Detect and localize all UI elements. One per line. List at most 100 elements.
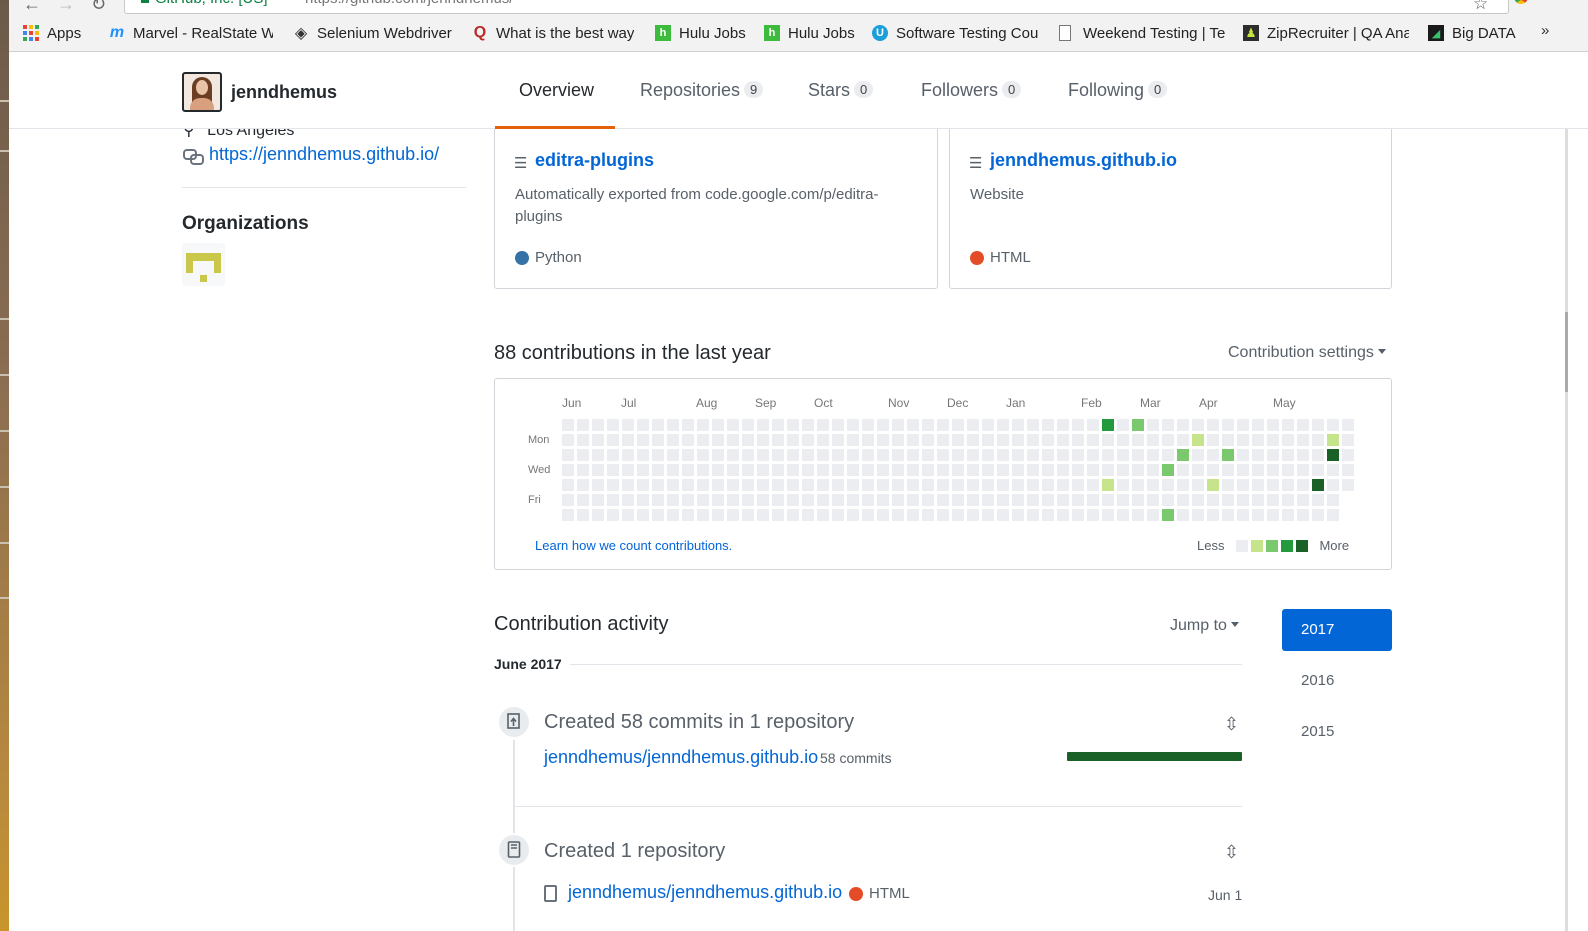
contribution-day-cell[interactable] bbox=[637, 509, 649, 521]
bookmark-quora[interactable]: Q What is the best way bbox=[472, 22, 634, 44]
contribution-day-cell[interactable] bbox=[1027, 509, 1039, 521]
contribution-day-cell[interactable] bbox=[832, 494, 844, 506]
contribution-day-cell[interactable] bbox=[832, 479, 844, 491]
contribution-day-cell[interactable] bbox=[1222, 479, 1234, 491]
contribution-day-cell[interactable] bbox=[1162, 479, 1174, 491]
contribution-day-cell[interactable] bbox=[817, 449, 829, 461]
contribution-day-cell[interactable] bbox=[1087, 449, 1099, 461]
contribution-day-cell[interactable] bbox=[922, 494, 934, 506]
contribution-day-cell[interactable] bbox=[1102, 494, 1114, 506]
bookmark-star-icon[interactable]: ☆ bbox=[1473, 0, 1488, 14]
contribution-day-cell[interactable] bbox=[862, 509, 874, 521]
contribution-day-cell[interactable] bbox=[1282, 464, 1294, 476]
contribution-day-cell[interactable] bbox=[652, 509, 664, 521]
contribution-day-cell[interactable] bbox=[787, 419, 799, 431]
contribution-day-cell[interactable] bbox=[1312, 479, 1324, 491]
contribution-day-cell[interactable] bbox=[787, 494, 799, 506]
contribution-day-cell[interactable] bbox=[1102, 464, 1114, 476]
contribution-day-cell[interactable] bbox=[937, 434, 949, 446]
contribution-day-cell[interactable] bbox=[772, 464, 784, 476]
contribution-day-cell[interactable] bbox=[1132, 494, 1144, 506]
contribution-day-cell[interactable] bbox=[742, 434, 754, 446]
contribution-day-cell[interactable] bbox=[1312, 419, 1324, 431]
contribution-day-cell[interactable] bbox=[607, 449, 619, 461]
contribution-day-cell[interactable] bbox=[1072, 449, 1084, 461]
contribution-day-cell[interactable] bbox=[997, 479, 1009, 491]
contribution-day-cell[interactable] bbox=[937, 509, 949, 521]
contribution-day-cell[interactable] bbox=[1042, 419, 1054, 431]
contribution-day-cell[interactable] bbox=[1087, 479, 1099, 491]
contribution-day-cell[interactable] bbox=[1177, 464, 1189, 476]
contribution-day-cell[interactable] bbox=[1327, 509, 1339, 521]
contribution-day-cell[interactable] bbox=[1222, 464, 1234, 476]
contribution-day-cell[interactable] bbox=[1327, 419, 1339, 431]
contribution-day-cell[interactable] bbox=[652, 464, 664, 476]
contribution-day-cell[interactable] bbox=[787, 449, 799, 461]
contribution-day-cell[interactable] bbox=[952, 434, 964, 446]
contribution-day-cell[interactable] bbox=[967, 509, 979, 521]
contribution-day-cell[interactable] bbox=[742, 494, 754, 506]
contribution-day-cell[interactable] bbox=[682, 479, 694, 491]
contribution-day-cell[interactable] bbox=[667, 464, 679, 476]
commit-count-link[interactable]: 58 commits bbox=[820, 750, 892, 766]
contribution-day-cell[interactable] bbox=[952, 419, 964, 431]
contribution-day-cell[interactable] bbox=[622, 494, 634, 506]
contribution-day-cell[interactable] bbox=[1297, 449, 1309, 461]
contribution-day-cell[interactable] bbox=[682, 434, 694, 446]
contribution-day-cell[interactable] bbox=[1267, 509, 1279, 521]
contribution-day-cell[interactable] bbox=[937, 479, 949, 491]
contribution-day-cell[interactable] bbox=[682, 464, 694, 476]
contribution-day-cell[interactable] bbox=[652, 479, 664, 491]
contribution-day-cell[interactable] bbox=[1297, 509, 1309, 521]
contribution-day-cell[interactable] bbox=[892, 509, 904, 521]
contribution-day-cell[interactable] bbox=[1237, 419, 1249, 431]
contribution-day-cell[interactable] bbox=[1282, 479, 1294, 491]
contribution-day-cell[interactable] bbox=[1237, 464, 1249, 476]
contribution-day-cell[interactable] bbox=[1252, 419, 1264, 431]
tab-overview[interactable]: Overview bbox=[495, 52, 615, 129]
contribution-day-cell[interactable] bbox=[877, 479, 889, 491]
contribution-day-cell[interactable] bbox=[1162, 509, 1174, 521]
contribution-day-cell[interactable] bbox=[577, 464, 589, 476]
contribution-day-cell[interactable] bbox=[1297, 494, 1309, 506]
contribution-day-cell[interactable] bbox=[607, 479, 619, 491]
contribution-day-cell[interactable] bbox=[787, 464, 799, 476]
contribution-day-cell[interactable] bbox=[817, 464, 829, 476]
contribution-day-cell[interactable] bbox=[757, 434, 769, 446]
contribution-day-cell[interactable] bbox=[1312, 509, 1324, 521]
contribution-day-cell[interactable] bbox=[982, 434, 994, 446]
contribution-day-cell[interactable] bbox=[652, 449, 664, 461]
contribution-day-cell[interactable] bbox=[1207, 509, 1219, 521]
contribution-day-cell[interactable] bbox=[1252, 494, 1264, 506]
year-2017-button[interactable]: 2017 bbox=[1282, 609, 1392, 651]
contribution-day-cell[interactable] bbox=[562, 479, 574, 491]
contribution-day-cell[interactable] bbox=[1057, 449, 1069, 461]
contribution-day-cell[interactable] bbox=[712, 509, 724, 521]
url-text[interactable]: https://github.com/jenndhemus/ bbox=[305, 0, 513, 8]
contribution-day-cell[interactable] bbox=[1042, 494, 1054, 506]
contribution-day-cell[interactable] bbox=[592, 434, 604, 446]
contribution-day-cell[interactable] bbox=[877, 494, 889, 506]
contribution-day-cell[interactable] bbox=[847, 464, 859, 476]
contribution-day-cell[interactable] bbox=[1087, 494, 1099, 506]
contribution-day-cell[interactable] bbox=[1342, 449, 1354, 461]
tab-stars[interactable]: Stars 0 bbox=[808, 52, 874, 129]
contribution-day-cell[interactable] bbox=[667, 434, 679, 446]
contribution-day-cell[interactable] bbox=[652, 434, 664, 446]
contribution-day-cell[interactable] bbox=[1222, 419, 1234, 431]
bookmark-ziprecruiter[interactable]: ♟ ZipRecruiter | QA Ana bbox=[1243, 22, 1409, 44]
contribution-day-cell[interactable] bbox=[1192, 509, 1204, 521]
contribution-day-cell[interactable] bbox=[982, 449, 994, 461]
contribution-day-cell[interactable] bbox=[727, 434, 739, 446]
contribution-day-cell[interactable] bbox=[1132, 479, 1144, 491]
contribution-day-cell[interactable] bbox=[892, 449, 904, 461]
contribution-day-cell[interactable] bbox=[922, 479, 934, 491]
contribution-day-cell[interactable] bbox=[1117, 434, 1129, 446]
contribution-day-cell[interactable] bbox=[682, 494, 694, 506]
scrollbar[interactable] bbox=[1565, 52, 1568, 931]
contribution-day-cell[interactable] bbox=[802, 449, 814, 461]
contribution-day-cell[interactable] bbox=[892, 419, 904, 431]
contribution-day-cell[interactable] bbox=[892, 494, 904, 506]
contribution-day-cell[interactable] bbox=[1207, 464, 1219, 476]
contribution-day-cell[interactable] bbox=[1027, 479, 1039, 491]
